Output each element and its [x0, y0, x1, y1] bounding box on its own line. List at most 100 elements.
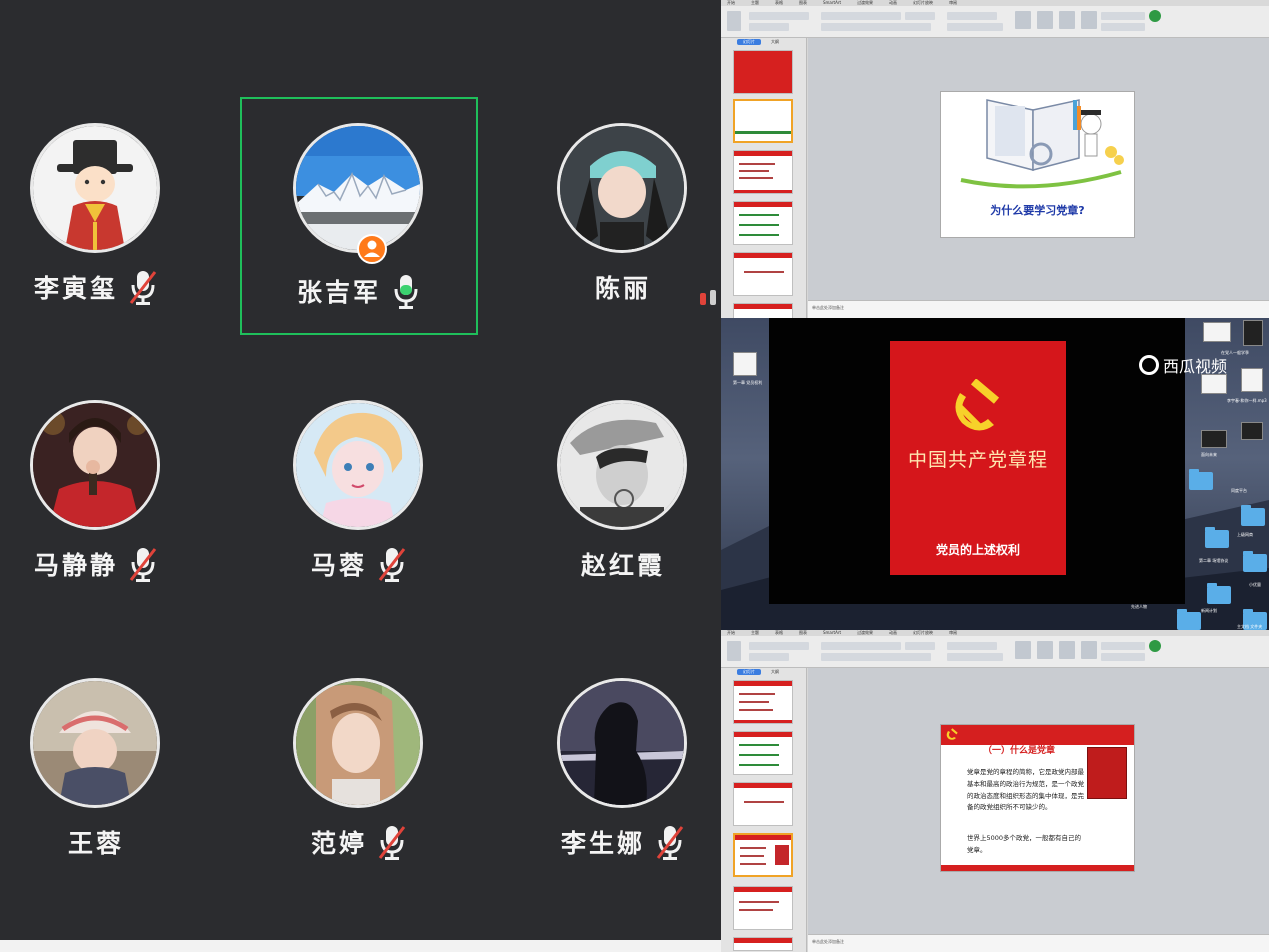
shape-icon[interactable] [1059, 11, 1075, 29]
tab-outline[interactable]: 大纲 [765, 39, 785, 45]
ribbon-tab[interactable]: 幻灯片放映 [913, 0, 933, 6]
participant-tile-active-speaker[interactable]: 张吉军 [240, 97, 478, 335]
slide-thumbnail[interactable] [733, 50, 793, 94]
play-slideshow-icon[interactable] [1149, 10, 1161, 22]
slide-thumbnail[interactable] [733, 886, 793, 930]
ribbon-tab[interactable]: 主题 [751, 0, 759, 6]
folder-icon[interactable] [1243, 551, 1267, 572]
fill-control[interactable] [1101, 12, 1145, 20]
slide-thumbnail[interactable] [733, 303, 793, 318]
slide-thumbnail[interactable] [733, 782, 793, 826]
font-name-select[interactable] [821, 12, 901, 20]
avatar [557, 400, 687, 530]
slide-thumbnail[interactable] [733, 252, 793, 296]
new-slide-icon[interactable] [727, 11, 741, 31]
current-slide[interactable]: （一）什么是党章 党章是党的章程的简称，它是政党内部最基本和最高的政治行为规范，… [940, 724, 1135, 872]
alignment-tools[interactable] [947, 653, 1003, 661]
participant-tile[interactable]: 马静静 [0, 374, 215, 612]
mic-active-icon[interactable] [391, 272, 421, 310]
desktop-file-icon[interactable] [1243, 320, 1263, 346]
folder-icon[interactable] [1177, 609, 1201, 630]
desktop-file-icon[interactable] [1203, 322, 1231, 342]
ribbon-tab[interactable]: 主题 [751, 630, 759, 636]
shape-icon[interactable] [1059, 641, 1075, 659]
font-style-tools[interactable] [821, 653, 931, 661]
slide-thumbnail-selected[interactable] [733, 833, 793, 877]
alignment-tools[interactable] [947, 23, 1003, 31]
ribbon-tab[interactable]: 表格 [775, 0, 783, 6]
desktop-file-icon[interactable] [733, 352, 757, 376]
arrange-icon[interactable] [1081, 11, 1097, 29]
slide-thumbnail[interactable] [733, 731, 793, 775]
section-control[interactable] [749, 653, 789, 661]
ribbon-tab[interactable]: 图表 [799, 0, 807, 6]
text-box-icon[interactable] [1015, 11, 1031, 29]
notes-pane[interactable]: 单击此处添加备注 [808, 934, 1269, 952]
folder-icon[interactable] [1205, 527, 1229, 548]
participant-tile[interactable]: 李寅玺 [0, 97, 215, 335]
desktop-file-label: 同度平台 [1231, 488, 1247, 493]
video-player[interactable]: 中国共产党章程 党员的上述权利 西瓜视频 [769, 318, 1227, 604]
line-control[interactable] [1101, 653, 1145, 661]
ribbon-tab[interactable]: 过渡效果 [857, 0, 873, 6]
picture-icon[interactable] [1037, 11, 1053, 29]
participant-tile[interactable]: 赵红霞 [504, 374, 742, 612]
ribbon-tab[interactable]: 动画 [889, 0, 897, 6]
paragraph-tools[interactable] [947, 642, 997, 650]
desktop-file-icon[interactable] [1201, 430, 1227, 448]
current-slide[interactable]: 为什么要学习党章? [940, 91, 1135, 238]
picture-icon[interactable] [1037, 641, 1053, 659]
ribbon-tab[interactable]: 图表 [799, 630, 807, 636]
slide-thumbnail-selected[interactable] [733, 99, 793, 143]
desktop-file-icon[interactable] [1241, 422, 1263, 440]
mic-muted-icon[interactable] [377, 823, 407, 861]
mic-muted-icon[interactable] [128, 268, 158, 306]
paragraph-tools[interactable] [947, 12, 997, 20]
mic-muted-icon[interactable] [128, 545, 158, 583]
arrange-icon[interactable] [1081, 641, 1097, 659]
folder-icon[interactable] [1189, 469, 1213, 490]
slide-thumbnail[interactable] [733, 150, 793, 194]
slide-thumbnail[interactable] [733, 680, 793, 724]
participant-tile[interactable]: 马蓉 [240, 374, 478, 612]
text-box-icon[interactable] [1015, 641, 1031, 659]
ribbon-tab[interactable]: SmartArt [823, 630, 841, 636]
ribbon-tab[interactable]: 开始 [727, 630, 735, 636]
section-control[interactable] [749, 23, 789, 31]
font-size-select[interactable] [905, 12, 935, 20]
ribbon-tab[interactable]: SmartArt [823, 0, 841, 6]
tab-slides[interactable]: 幻灯片 [737, 669, 761, 675]
music-file-icon[interactable] [1241, 368, 1263, 392]
layout-control[interactable] [749, 642, 809, 650]
ribbon-tab[interactable]: 过渡效果 [857, 630, 873, 636]
desktop-file-icon[interactable] [1201, 374, 1227, 394]
folder-icon[interactable] [1207, 583, 1231, 604]
ribbon-tab[interactable]: 动画 [889, 630, 897, 636]
ribbon-tabs: 开始 主题 表格 图表 SmartArt 过渡效果 动画 幻灯片放映 审阅 [721, 630, 1269, 636]
participant-tile[interactable]: 范婷 [240, 652, 478, 890]
mic-muted-icon[interactable] [655, 823, 685, 861]
participant-tile[interactable]: 李生娜 [504, 652, 742, 890]
tab-slides[interactable]: 幻灯片 [737, 39, 761, 45]
notes-pane[interactable]: 单击此处添加备注 [808, 300, 1269, 318]
layout-control[interactable] [749, 12, 809, 20]
slide-canvas: 为什么要学习党章? [808, 38, 1269, 300]
font-style-tools[interactable] [821, 23, 931, 31]
tab-outline[interactable]: 大纲 [765, 669, 785, 675]
fill-control[interactable] [1101, 642, 1145, 650]
slide-thumbnail[interactable] [733, 201, 793, 245]
ribbon-tab[interactable]: 幻灯片放映 [913, 630, 933, 636]
font-name-select[interactable] [821, 642, 901, 650]
ribbon-tab[interactable]: 开始 [727, 0, 735, 6]
ribbon-tab[interactable]: 表格 [775, 630, 783, 636]
play-slideshow-icon[interactable] [1149, 640, 1161, 652]
folder-icon[interactable] [1241, 505, 1265, 526]
participant-tile[interactable]: 王蓉 [0, 652, 215, 890]
font-size-select[interactable] [905, 642, 935, 650]
mic-muted-icon[interactable] [377, 545, 407, 583]
new-slide-icon[interactable] [727, 641, 741, 661]
line-control[interactable] [1101, 23, 1145, 31]
ribbon-tab[interactable]: 审阅 [949, 630, 957, 636]
ribbon-tab[interactable]: 审阅 [949, 0, 957, 6]
slide-thumbnail[interactable] [733, 937, 793, 951]
